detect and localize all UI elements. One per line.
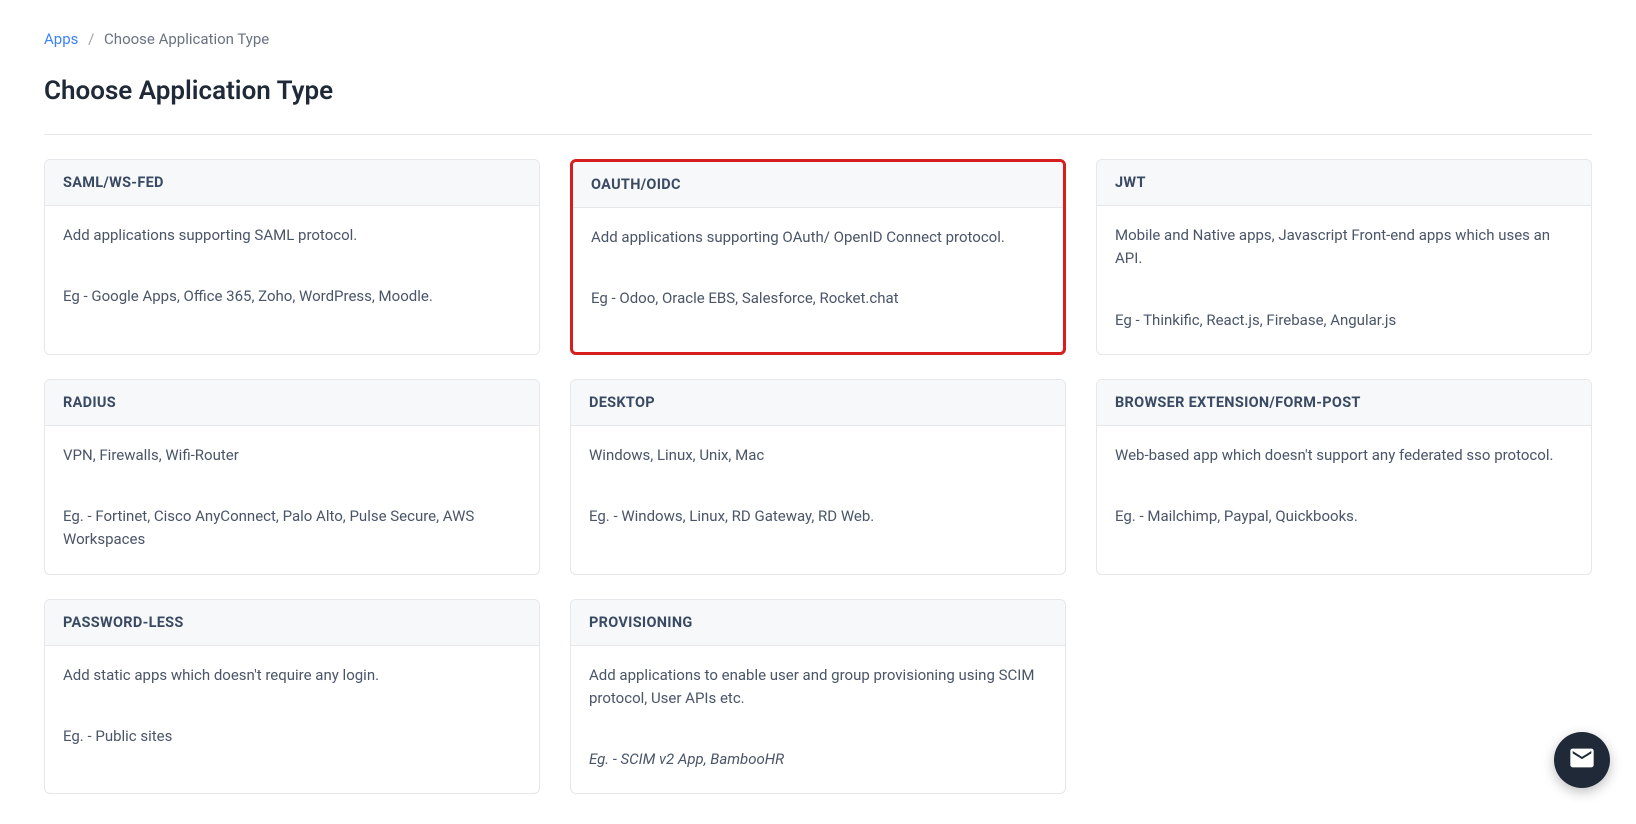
breadcrumb-root-link[interactable]: Apps <box>44 30 78 48</box>
app-type-card[interactable]: PASSWORD-LESS Add static apps which doesn… <box>44 599 540 795</box>
card-header: RADIUS <box>45 380 539 426</box>
card-header: PASSWORD-LESS <box>45 600 539 646</box>
card-description: Add static apps which doesn't require an… <box>63 664 521 687</box>
page-title: Choose Application Type <box>44 76 1592 106</box>
card-description: Add applications supporting SAML protoco… <box>63 224 521 247</box>
app-type-card[interactable]: OAUTH/OIDC Add applications supporting OA… <box>570 159 1066 355</box>
card-description: VPN, Firewalls, Wifi-Router <box>63 444 521 467</box>
card-title: DESKTOP <box>589 394 1047 411</box>
breadcrumb: Apps / Choose Application Type <box>44 30 1592 48</box>
breadcrumb-separator: / <box>88 30 94 48</box>
app-type-card[interactable]: BROWSER EXTENSION/FORM-POST Web-based app… <box>1096 379 1592 575</box>
card-title: PROVISIONING <box>589 614 1047 631</box>
card-description: Add applications to enable user and grou… <box>589 664 1047 711</box>
app-type-card[interactable]: RADIUS VPN, Firewalls, Wifi-Router Eg. - F… <box>44 379 540 575</box>
card-example: Eg. - Fortinet, Cisco AnyConnect, Palo A… <box>63 505 521 552</box>
app-type-grid: SAML/WS-FED Add applications supporting S… <box>44 159 1592 794</box>
card-header: DESKTOP <box>571 380 1065 426</box>
card-description: Mobile and Native apps, Javascript Front… <box>1115 224 1573 271</box>
card-example: Eg. - SCIM v2 App, BambooHR <box>589 748 1047 771</box>
card-header: BROWSER EXTENSION/FORM-POST <box>1097 380 1591 426</box>
card-header: OAUTH/OIDC <box>573 162 1063 208</box>
app-type-card[interactable]: SAML/WS-FED Add applications supporting S… <box>44 159 540 355</box>
card-example: Eg - Thinkific, React.js, Firebase, Angu… <box>1115 309 1573 332</box>
app-type-card[interactable]: PROVISIONING Add applications to enable u… <box>570 599 1066 795</box>
card-body: Mobile and Native apps, Javascript Front… <box>1097 206 1591 354</box>
page-divider <box>44 134 1592 135</box>
card-header: PROVISIONING <box>571 600 1065 646</box>
card-description: Add applications supporting OAuth/ OpenI… <box>591 226 1045 249</box>
mail-icon <box>1568 744 1596 776</box>
card-description: Windows, Linux, Unix, Mac <box>589 444 1047 467</box>
card-body: Windows, Linux, Unix, Mac Eg. - Windows, … <box>571 426 1065 574</box>
card-header: JWT <box>1097 160 1591 206</box>
card-title: JWT <box>1115 174 1573 191</box>
card-title: RADIUS <box>63 394 521 411</box>
card-body: Add applications to enable user and grou… <box>571 646 1065 794</box>
card-body: Web-based app which doesn't support any … <box>1097 426 1591 574</box>
breadcrumb-current: Choose Application Type <box>104 30 269 48</box>
card-example: Eg. - Windows, Linux, RD Gateway, RD Web… <box>589 505 1047 528</box>
card-title: OAUTH/OIDC <box>591 176 1045 193</box>
card-example: Eg. - Mailchimp, Paypal, Quickbooks. <box>1115 505 1573 528</box>
card-example: Eg. - Public sites <box>63 725 521 748</box>
card-title: PASSWORD-LESS <box>63 614 521 631</box>
card-title: BROWSER EXTENSION/FORM-POST <box>1115 394 1573 411</box>
card-body: Add applications supporting OAuth/ OpenI… <box>573 208 1063 352</box>
card-header: SAML/WS-FED <box>45 160 539 206</box>
card-body: VPN, Firewalls, Wifi-Router Eg. - Fortine… <box>45 426 539 574</box>
chat-fab-button[interactable] <box>1554 732 1610 788</box>
card-title: SAML/WS-FED <box>63 174 521 191</box>
card-description: Web-based app which doesn't support any … <box>1115 444 1573 467</box>
card-body: Add static apps which doesn't require an… <box>45 646 539 794</box>
card-example: Eg - Google Apps, Office 365, Zoho, Word… <box>63 285 521 308</box>
card-example: Eg - Odoo, Oracle EBS, Salesforce, Rocke… <box>591 287 1045 310</box>
card-body: Add applications supporting SAML protoco… <box>45 206 539 354</box>
app-type-card[interactable]: JWT Mobile and Native apps, Javascript Fr… <box>1096 159 1592 355</box>
app-type-card[interactable]: DESKTOP Windows, Linux, Unix, Mac Eg. - Wi… <box>570 379 1066 575</box>
